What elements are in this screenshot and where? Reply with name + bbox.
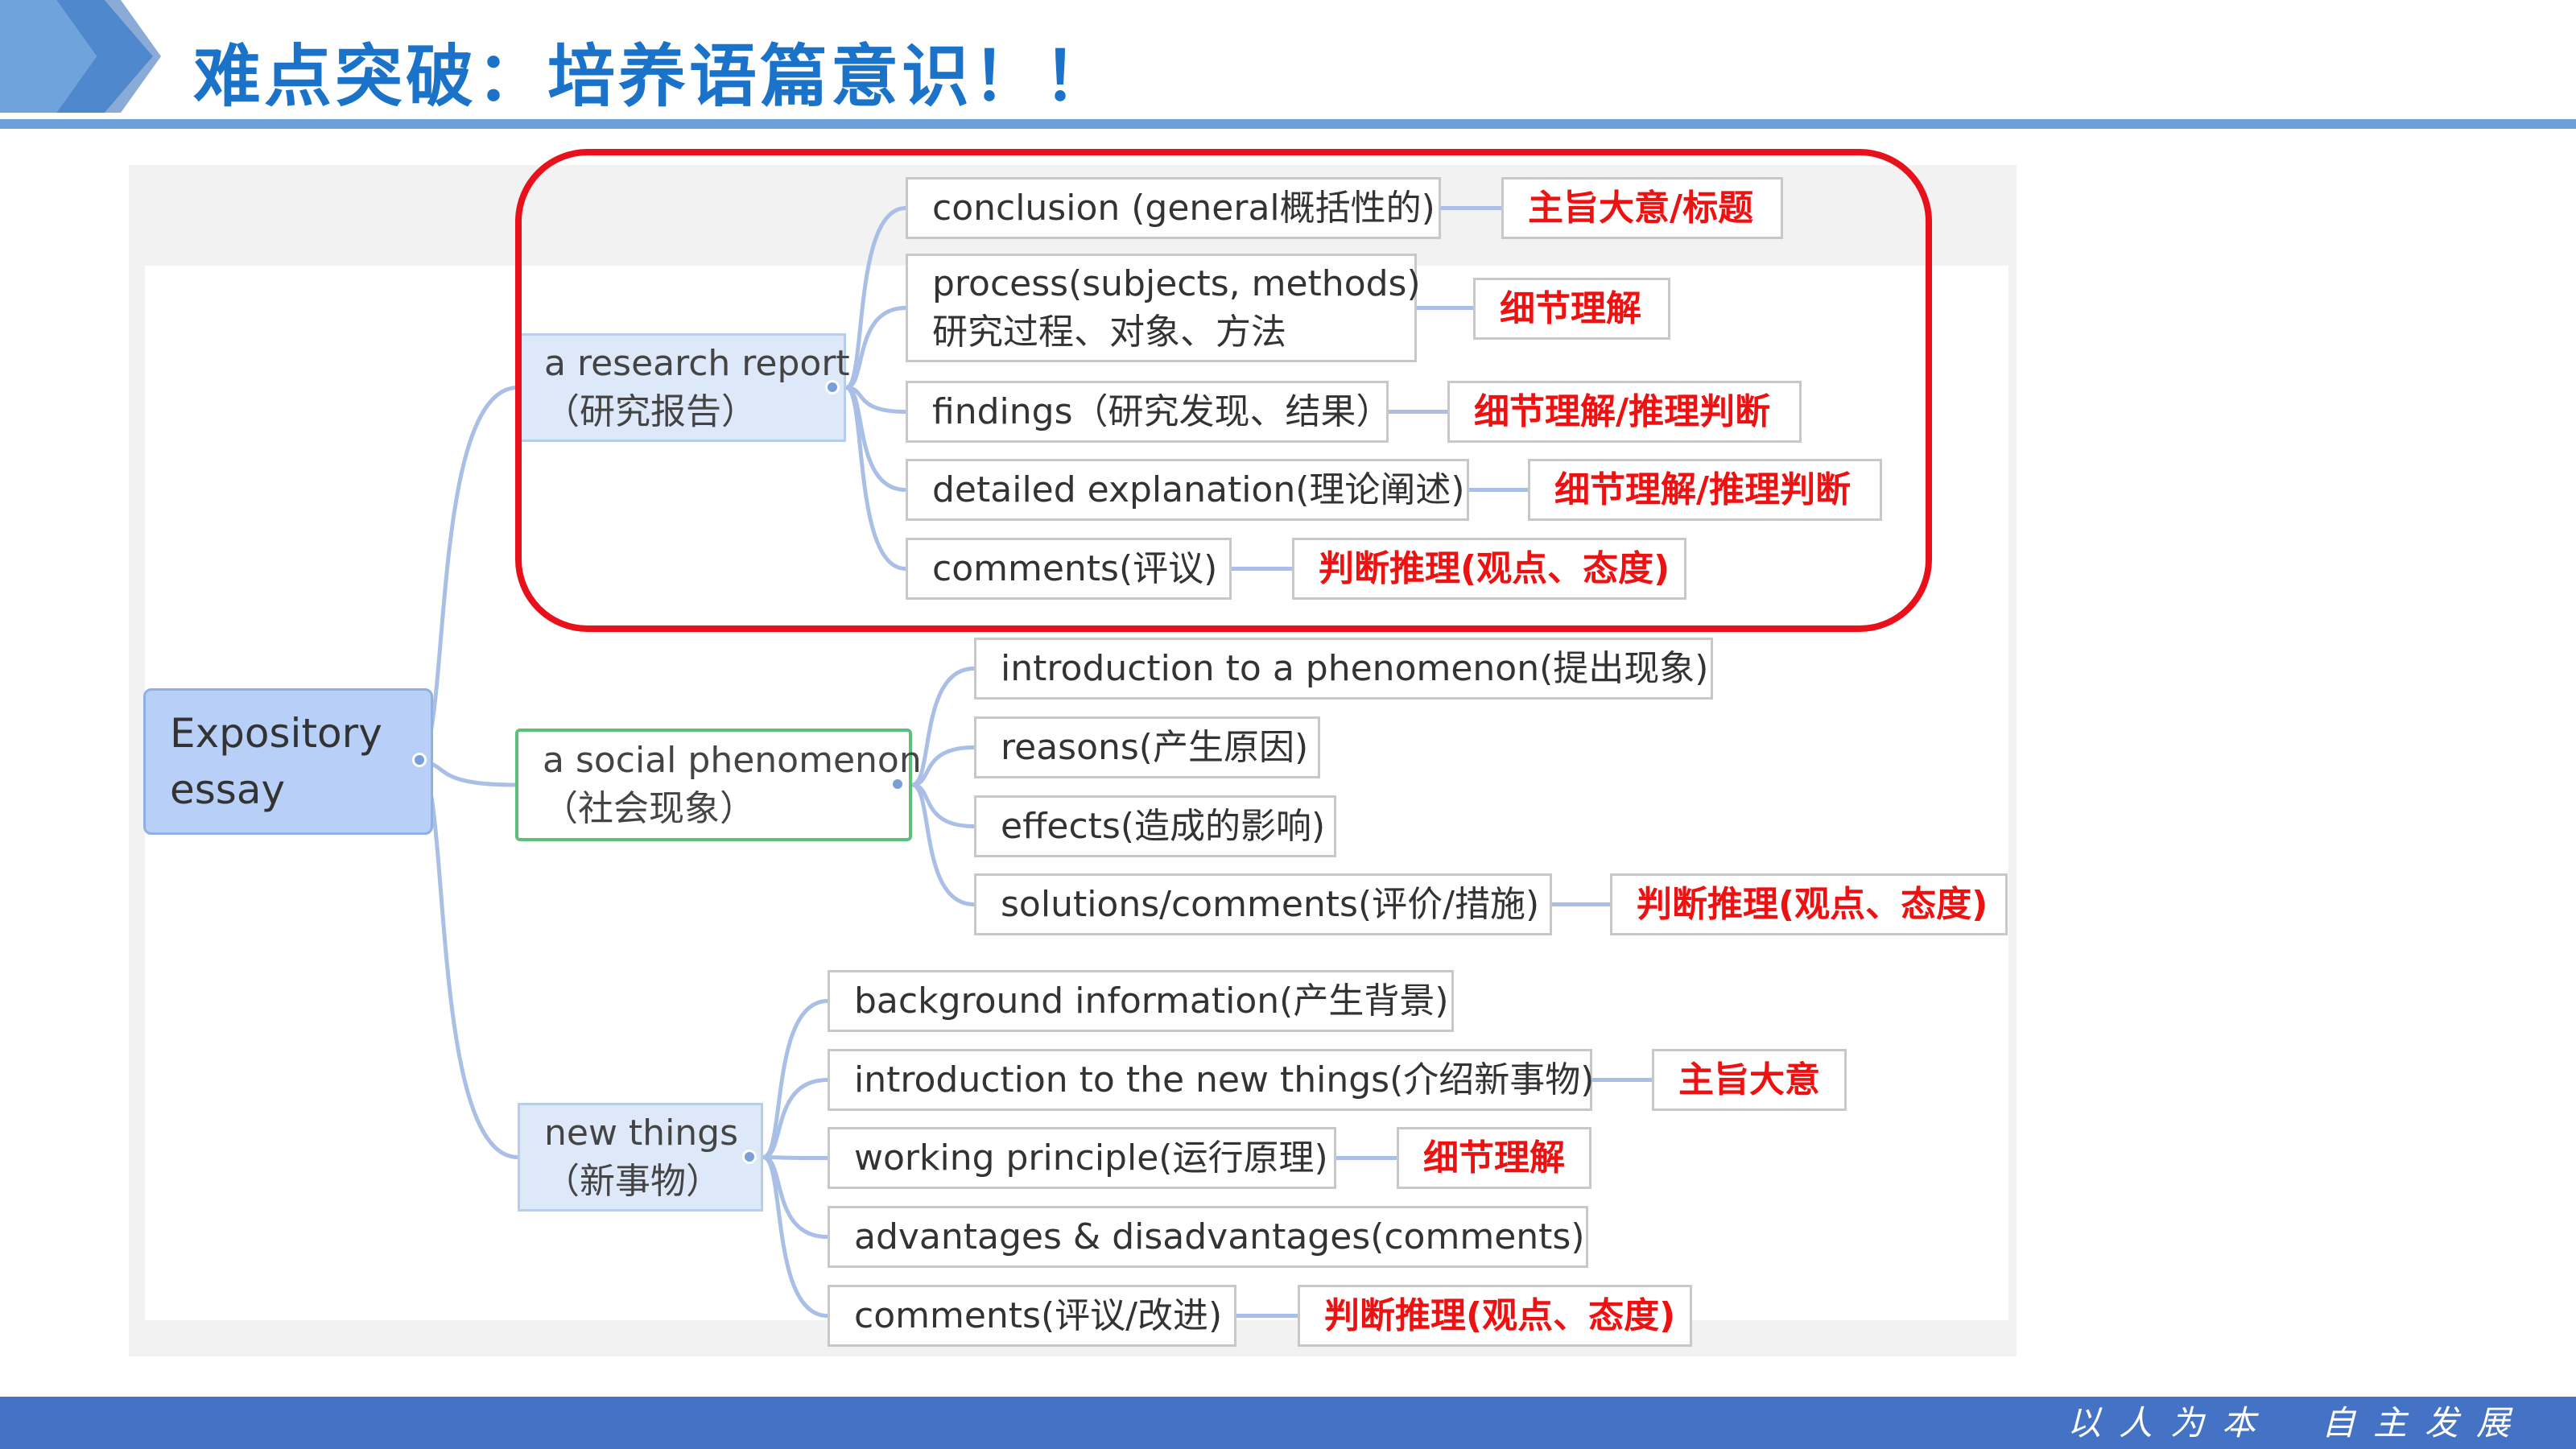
- highlight-box-research-report: [515, 149, 1932, 632]
- root-node[interactable]: Expository essay: [143, 688, 433, 835]
- branch-social-phenomenon-zh: （社会现象）: [543, 788, 755, 829]
- branch-social-phenomenon-en: a social phenomenon: [543, 740, 922, 781]
- leaf-working-principle[interactable]: working principle(运行原理): [828, 1127, 1336, 1189]
- connector-leaf-solutions: [911, 782, 975, 906]
- leaf-effects[interactable]: effects(造成的影响): [974, 795, 1336, 857]
- branch-social-phenomenon[interactable]: a social phenomenon （社会现象）: [515, 729, 922, 841]
- branch-social-phenomenon-collapse-icon[interactable]: [890, 777, 905, 791]
- footer-motto-right: 自主发展: [2321, 1403, 2528, 1443]
- branch-new-things-en: new things: [544, 1112, 739, 1154]
- branch-new-things[interactable]: new things （新事物）: [518, 1103, 763, 1212]
- leaf-comments-new-things-text: comments(评议/改进): [854, 1294, 1223, 1336]
- leaf-reasons-text: reasons(产生原因): [1001, 726, 1309, 768]
- footer-motto: 以人为本 自主发展: [2019, 1399, 2528, 1447]
- root-line-2: essay: [170, 766, 286, 813]
- footer-motto-left: 以人为本: [2066, 1403, 2273, 1443]
- leaf-effects-text: effects(造成的影响): [1001, 805, 1326, 847]
- label-working-principle: 细节理解: [1397, 1127, 1591, 1189]
- leaf-reasons[interactable]: reasons(产生原因): [974, 716, 1320, 778]
- leaf-introduction-phenomenon[interactable]: introduction to a phenomenon(提出现象): [974, 638, 1713, 700]
- leaf-background[interactable]: background information(产生背景): [828, 970, 1454, 1032]
- leaf-introduction-new-things[interactable]: introduction to the new things(介绍新事物): [828, 1049, 1595, 1111]
- leaf-advantages[interactable]: advantages & disadvantages(comments): [828, 1206, 1588, 1268]
- connector-leaf-introduction-new-things: [762, 1078, 828, 1159]
- leaf-comments-new-things[interactable]: comments(评议/改进): [828, 1285, 1236, 1347]
- label-solutions: 判断推理(观点、态度): [1610, 873, 2008, 935]
- leaf-background-text: background information(产生背景): [854, 980, 1449, 1022]
- label-comments-new-things: 判断推理(观点、态度): [1298, 1285, 1692, 1347]
- root-line-1: Expository: [170, 710, 382, 757]
- leaf-introduction-new-things-text: introduction to the new things(介绍新事物): [854, 1059, 1595, 1100]
- branch-new-things-collapse-icon[interactable]: [742, 1150, 757, 1164]
- leaf-introduction-phenomenon-text: introduction to a phenomenon(提出现象): [1001, 647, 1709, 689]
- branch-new-things-zh: （新事物）: [544, 1160, 721, 1202]
- leaf-solutions-text: solutions/comments(评价/措施): [1001, 883, 1540, 925]
- root-collapse-icon[interactable]: [412, 753, 427, 767]
- label-introduction-new-things: 主旨大意: [1652, 1049, 1847, 1111]
- leaf-working-principle-text: working principle(运行原理): [854, 1137, 1328, 1179]
- leaf-advantages-text: advantages & disadvantages(comments): [854, 1216, 1585, 1257]
- leaf-solutions[interactable]: solutions/comments(评价/措施): [974, 873, 1552, 935]
